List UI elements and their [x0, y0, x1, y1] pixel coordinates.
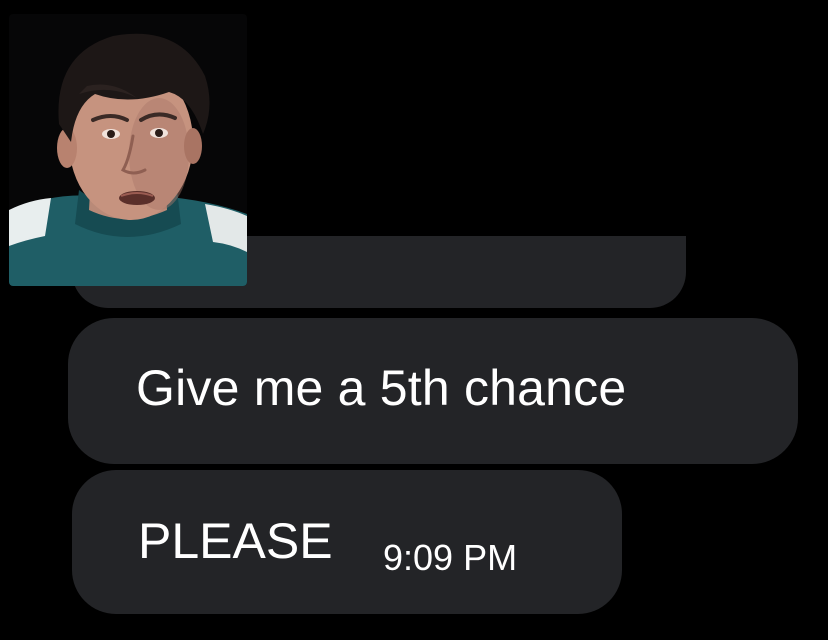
message-text: Give me a 5th chance [136, 360, 627, 416]
person-avatar-icon [9, 14, 247, 286]
message-text: PLEASE [138, 513, 333, 569]
message-timestamp: 9:09 PM [383, 537, 518, 578]
message-bubble[interactable]: Give me a 5th chance [68, 318, 798, 464]
